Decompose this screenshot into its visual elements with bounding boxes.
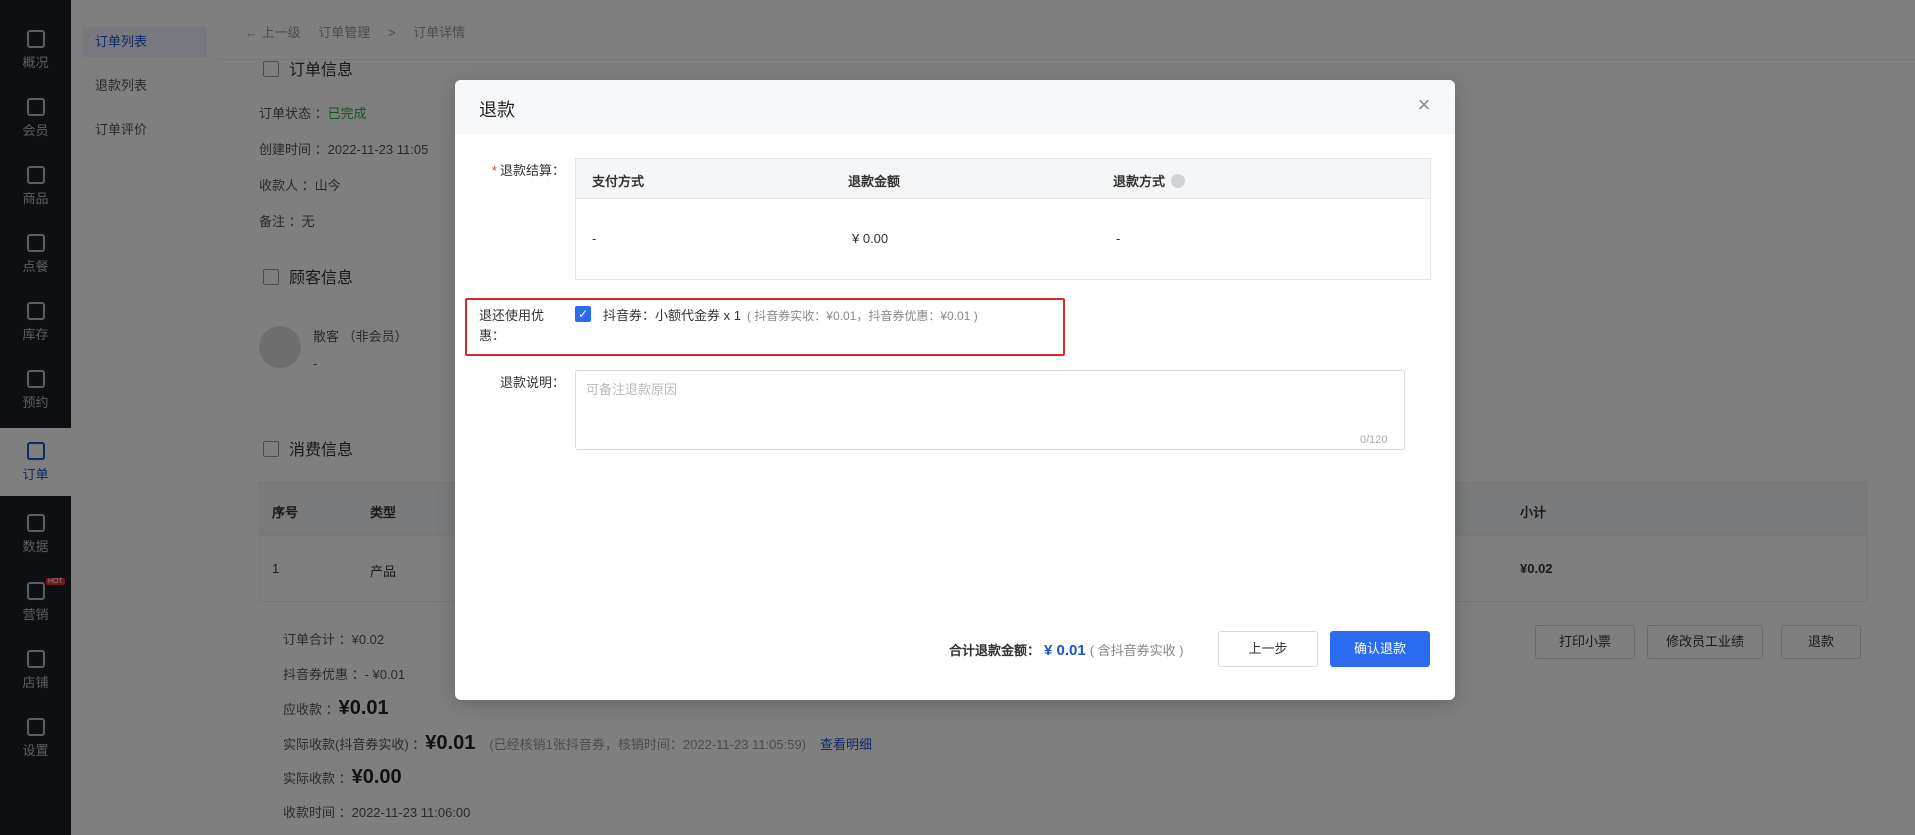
td-refund-amount: ¥ 0.00 (852, 231, 889, 246)
refund-total-note: ( 含抖音券实收 ) (1089, 643, 1184, 658)
prev-step-button[interactable]: 上一步 (1218, 631, 1318, 667)
coupon-text: 抖音券：小额代金券 x 1( 抖音券实收：¥0.01，抖音券优惠：¥0.01 ) (603, 308, 978, 323)
confirm-refund-button[interactable]: 确认退款 (1330, 631, 1430, 667)
close-icon[interactable]: × (1411, 92, 1437, 118)
reason-label: 退款说明： (499, 375, 565, 390)
th-pay-method: 支付方式 (592, 174, 645, 189)
coupon-note: ( 抖音券实收：¥0.01，抖音券优惠：¥0.01 ) (746, 309, 978, 323)
refund-reason-input[interactable] (575, 370, 1405, 450)
refund-total-value: ¥ 0.01 (1044, 642, 1086, 659)
help-icon[interactable] (1171, 174, 1186, 188)
settle-label: * 退款结算： (491, 163, 565, 178)
refund-modal: 退款 × * 退款结算： 支付方式 退款金额 退款方式 - ¥ 0.00 - 退还… (455, 80, 1455, 700)
coupon-label: 退还使用优惠： (479, 308, 545, 343)
th-refund-way: 退款方式 (1113, 171, 1186, 190)
refund-settle-table: 支付方式 退款金额 退款方式 - ¥ 0.00 - (575, 158, 1431, 280)
th-refund-amount: 退款金额 (848, 174, 901, 189)
td-pay-method: - (592, 231, 597, 246)
refund-total: 合计退款金额： ¥ 0.01( 含抖音券实收 ) (949, 642, 1184, 659)
td-refund-way: - (1116, 231, 1121, 246)
coupon-checkbox[interactable]: ✓ (575, 306, 591, 322)
modal-header: 退款 × (455, 80, 1455, 134)
reason-counter: 0/120 (1360, 434, 1388, 446)
modal-title: 退款 (479, 100, 515, 120)
refund-table-head: 支付方式 退款金额 退款方式 (576, 159, 1430, 199)
